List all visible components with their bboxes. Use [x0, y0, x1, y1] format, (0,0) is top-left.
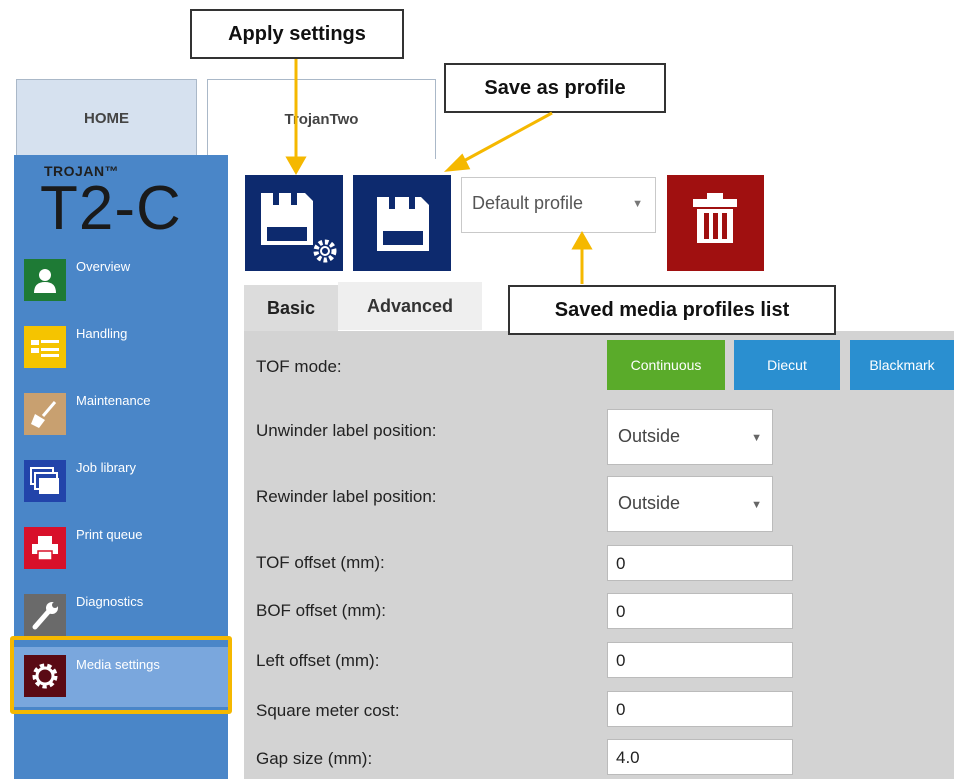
arrow-save-line	[459, 111, 553, 165]
arrow-profiles-head	[571, 230, 593, 250]
arrow-apply-head	[285, 156, 307, 176]
arrow-save-head	[443, 153, 471, 172]
callout-arrows	[285, 59, 593, 284]
